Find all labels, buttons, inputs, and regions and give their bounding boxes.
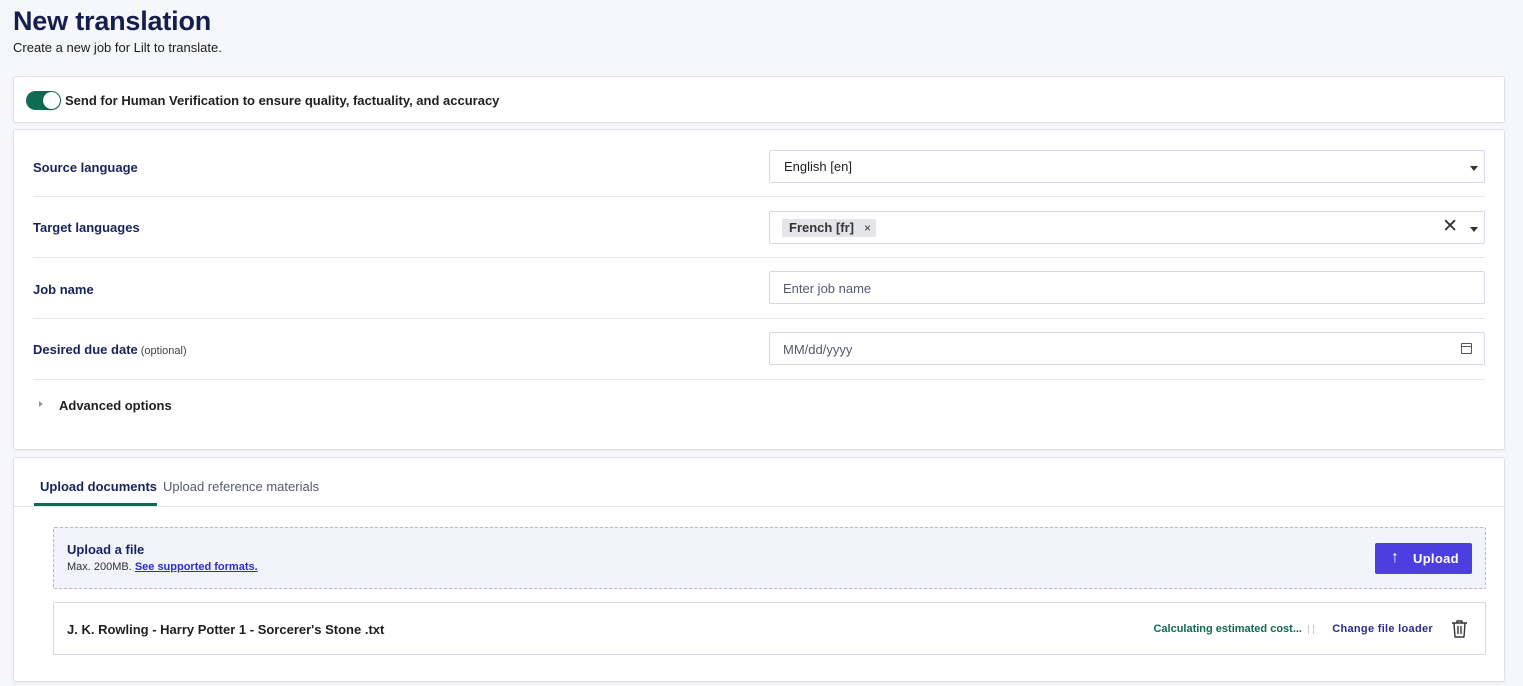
tab-upload-documents[interactable]: Upload documents <box>40 479 157 494</box>
file-dropzone[interactable]: Upload a file Max. 200MB. See supported f… <box>53 527 1486 589</box>
arrow-up-icon: ↑ <box>1391 549 1399 566</box>
upload-button[interactable]: ↑ Upload <box>1375 543 1472 574</box>
max-size-text: Max. 200MB. <box>67 561 132 573</box>
dropzone-title: Upload a file <box>67 542 145 557</box>
page-subtitle: Create a new job for Lilt to translate. <box>13 40 222 55</box>
loading-icon <box>1308 625 1314 634</box>
job-name-placeholder: Enter job name <box>783 281 872 296</box>
advanced-options-toggle[interactable]: Advanced options <box>59 398 172 413</box>
language-chip-label: French [fr] <box>789 220 854 235</box>
upload-tabs: Upload documents Upload reference materi… <box>14 458 1504 507</box>
tab-upload-reference-materials[interactable]: Upload reference materials <box>163 479 319 494</box>
due-date-input[interactable]: MM/dd/yyyy <box>769 332 1485 365</box>
job-name-input[interactable]: Enter job name <box>769 271 1485 304</box>
source-language-label: Source language <box>33 160 138 175</box>
trash-icon[interactable] <box>1451 619 1468 638</box>
job-settings-card: Source language English [en] Target lang… <box>13 129 1505 450</box>
chevron-down-icon <box>1470 227 1478 232</box>
human-verification-label: Send for Human Verification to ensure qu… <box>65 93 500 108</box>
due-date-label-text: Desired due date <box>33 342 138 357</box>
target-languages-select[interactable]: French [fr] × ✕ <box>769 211 1485 244</box>
source-language-value: English [en] <box>784 159 852 174</box>
toggle-knob <box>43 92 60 109</box>
page-title: New translation <box>13 6 212 36</box>
human-verification-toggle[interactable] <box>26 91 61 110</box>
remove-chip-icon[interactable]: × <box>864 219 871 237</box>
file-status: Calculating estimated cost... <box>1153 623 1302 635</box>
calendar-icon[interactable] <box>1461 343 1472 354</box>
language-chip: French [fr] × <box>782 219 876 237</box>
target-languages-row: Target languages French [fr] × ✕ <box>33 197 1485 258</box>
file-row: J. K. Rowling - Harry Potter 1 - Sorcere… <box>53 602 1486 655</box>
change-file-loader-link[interactable]: Change file loader <box>1332 623 1433 635</box>
target-languages-label: Target languages <box>33 220 140 235</box>
optional-tag: (optional) <box>140 345 187 357</box>
due-date-label: Desired due date (optional) <box>33 342 187 357</box>
source-language-select[interactable]: English [en] <box>769 150 1485 183</box>
job-name-label: Job name <box>33 282 94 297</box>
caret-right-icon[interactable] <box>39 401 43 407</box>
due-date-placeholder: MM/dd/yyyy <box>783 342 853 357</box>
dropzone-subtitle: Max. 200MB. See supported formats. <box>67 561 258 573</box>
active-tab-indicator <box>34 503 157 506</box>
clear-selection-icon[interactable]: ✕ <box>1442 217 1458 237</box>
human-verification-card: Send for Human Verification to ensure qu… <box>13 76 1505 123</box>
job-name-row: Job name Enter job name <box>33 258 1485 319</box>
upload-card: Upload documents Upload reference materi… <box>13 457 1505 682</box>
file-name: J. K. Rowling - Harry Potter 1 - Sorcere… <box>67 622 385 637</box>
upload-button-label: Upload <box>1413 551 1459 566</box>
chevron-down-icon <box>1470 166 1478 171</box>
due-date-row: Desired due date (optional) MM/dd/yyyy <box>33 319 1485 380</box>
supported-formats-link[interactable]: See supported formats. <box>135 561 258 573</box>
source-language-row: Source language English [en] <box>33 130 1485 197</box>
